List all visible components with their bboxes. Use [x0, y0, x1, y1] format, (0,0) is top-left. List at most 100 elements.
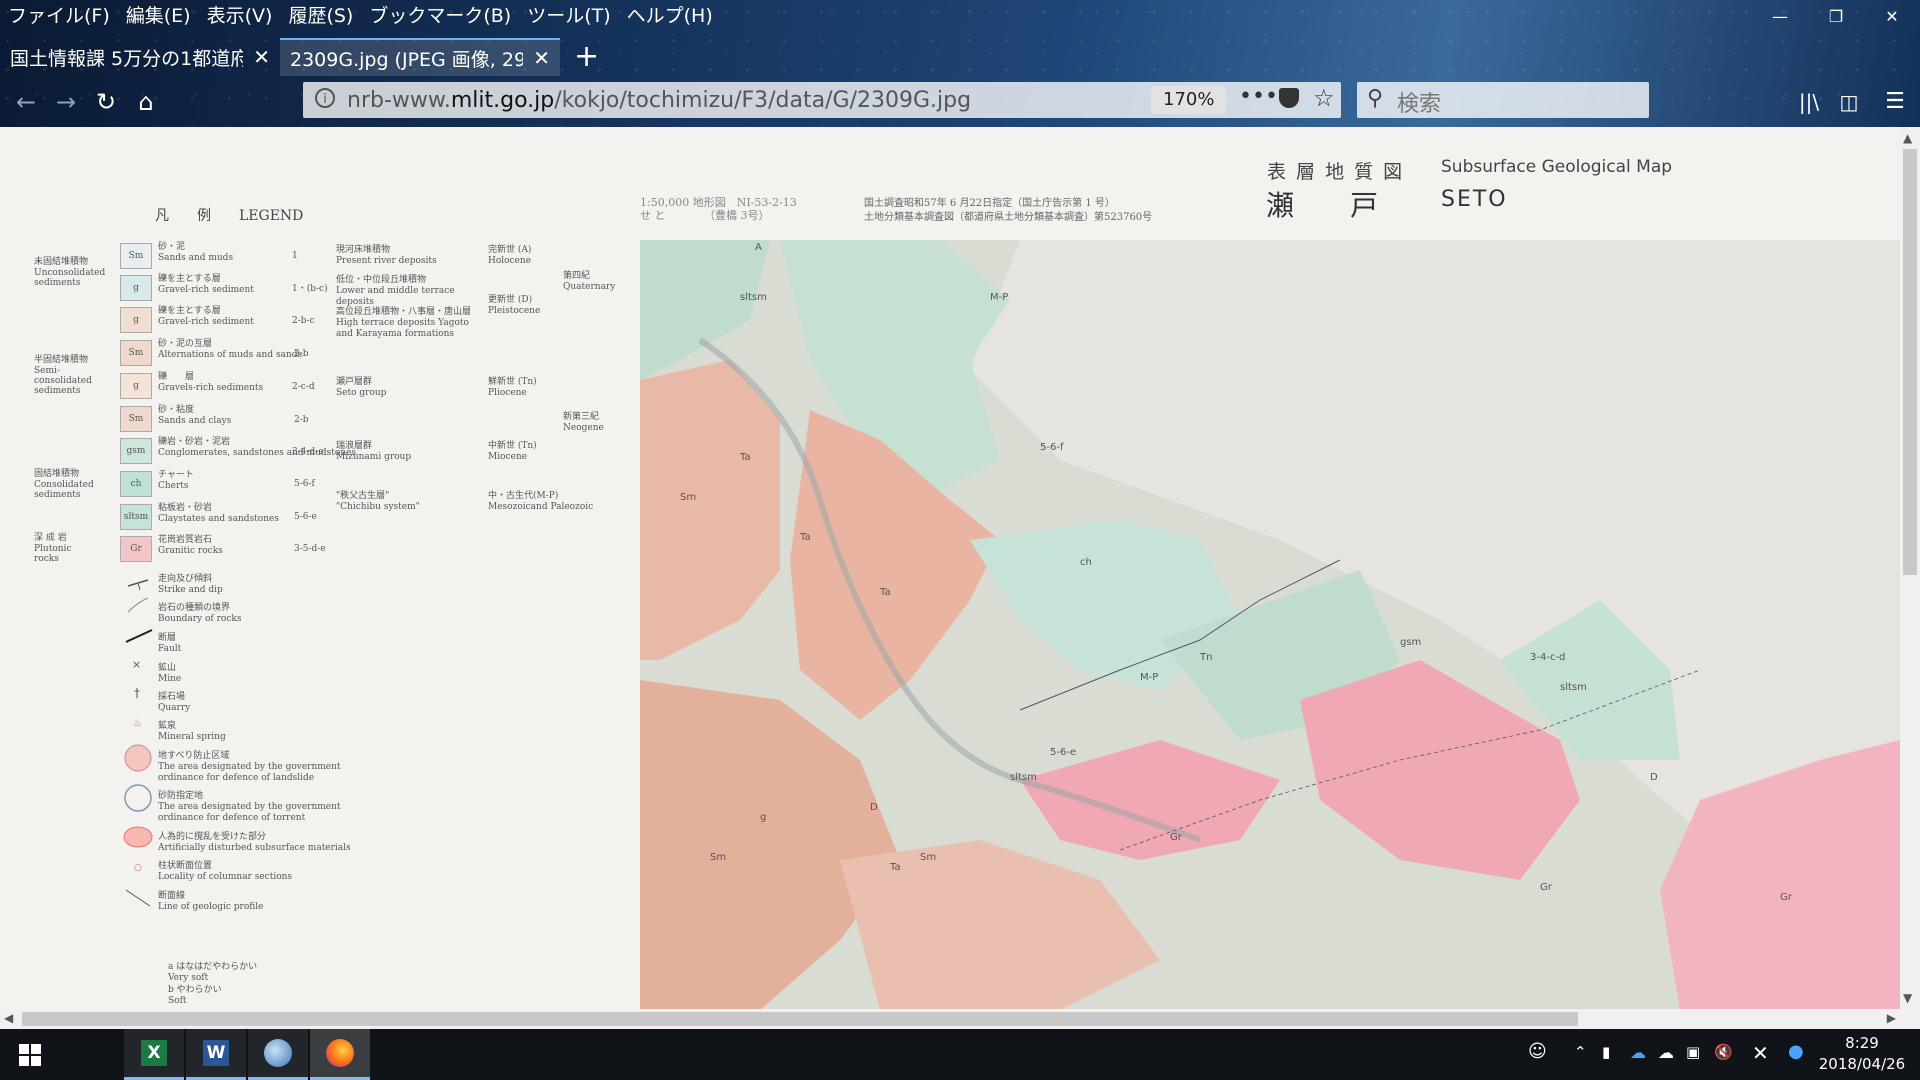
tab-kokudo[interactable]: 国土情報課 5万分の1都道府 ✕ — [0, 38, 280, 76]
legend-label: 礫を主とする層 Gravel-rich sediment — [158, 274, 254, 295]
minimize-button[interactable]: — — [1752, 0, 1808, 32]
legend-label: 礫を主とする層 Gravel-rich sediment — [158, 306, 254, 327]
map-label: gsm — [1400, 637, 1421, 648]
map-label: D — [1650, 772, 1658, 783]
age-label: 中新世 (Tn) Miocene — [488, 441, 537, 462]
people-icon[interactable]: ☺ — [1528, 1041, 1547, 1062]
close-icon[interactable]: ✕ — [1752, 1041, 1769, 1065]
word-icon[interactable]: W — [186, 1029, 246, 1080]
formation-no: 3-5-d-e — [294, 544, 326, 554]
group-en: Semi-consolidated sediments — [34, 366, 92, 396]
network-icon[interactable]: ▣ — [1686, 1043, 1700, 1061]
vertical-scrollbar[interactable]: ▲ ▼ — [1900, 127, 1920, 1009]
formation-label: 低位・中位段丘堆積物 Lower and middle terrace depos… — [336, 275, 455, 307]
menu-history[interactable]: 履歴(S) — [280, 0, 361, 32]
tab-title: 国土情報課 5万分の1都道府 — [10, 47, 244, 70]
map-label: 3-4-c-d — [1530, 652, 1565, 663]
info-icon[interactable]: i — [315, 88, 335, 108]
legend-swatch: Sm — [120, 340, 152, 366]
scroll-right-icon[interactable]: ▶ — [1887, 1011, 1896, 1025]
bookmark-star-icon[interactable]: ☆ — [1313, 84, 1335, 112]
map-title-jp-small: 表 層 地 質 図 — [1267, 161, 1405, 183]
legend-label: 礫 層 Gravels-rich sediments — [158, 372, 264, 393]
menu-view[interactable]: 表示(V) — [199, 0, 281, 32]
legend-label: チャート Cherts — [158, 470, 194, 491]
close-tab-icon[interactable]: ✕ — [253, 45, 270, 69]
map-label: Sm — [920, 852, 936, 863]
page-actions-icon[interactable]: ••• — [1239, 84, 1278, 109]
sidebar-icon[interactable]: ◫ — [1833, 86, 1865, 118]
age-label: 更新世 (D) Pleistocene — [488, 295, 541, 316]
formation-label: 高位段丘堆積物・八事層・唐山層 High terrace deposits Yag… — [336, 307, 472, 339]
notice-line-2: 土地分類基本調査図（都道府県土地分類基本調査）第523760号 — [864, 212, 1153, 223]
menu-file[interactable]: ファイル(F) — [0, 0, 118, 32]
scroll-up-icon[interactable]: ▲ — [1903, 131, 1912, 145]
clock-time: 8:29 — [1845, 1034, 1879, 1052]
url-bar[interactable]: i nrb-www.mlit.go.jp/kokjo/tochimizu/F3/… — [303, 82, 1341, 118]
hamburger-menu-icon[interactable]: ☰ — [1879, 86, 1911, 118]
new-tab-button[interactable]: + — [574, 38, 599, 76]
menu-edit[interactable]: 編集(E) — [118, 0, 199, 32]
image-viewer[interactable]: 表 層 地 質 図 Subsurface Geological Map 瀬 戸 … — [0, 127, 1900, 1009]
symbol-label: 断層 Fault — [158, 633, 182, 654]
map-label: 5-6-f — [1040, 442, 1064, 453]
clock[interactable]: 8:29 2018/04/26 — [1812, 1033, 1912, 1075]
pocket-icon[interactable] — [1279, 88, 1299, 108]
legend-swatch: Sm — [120, 243, 152, 269]
close-tab-icon[interactable]: ✕ — [533, 46, 550, 70]
svg-text:♨: ♨ — [133, 718, 142, 729]
map-label: Gr — [1780, 892, 1793, 903]
group-jp: 深 成 岩 — [34, 533, 67, 543]
symbol-label: 断面線 Line of geologic profile — [158, 891, 264, 912]
firefox-icon[interactable] — [310, 1029, 370, 1080]
menu-bookmarks[interactable]: ブックマーク(B) — [361, 0, 519, 32]
menu-bar: ファイル(F) 編集(E) 表示(V) 履歴(S) ブックマーク(B) ツール(… — [0, 0, 721, 32]
symbol-label: 人為的に撹乱を受けた部分 Artificially disturbed subsu… — [158, 832, 351, 853]
age-label: 完新世 (A) Holocene — [488, 245, 532, 266]
age-label: 鮮新世 (Tn) Pliocene — [488, 377, 537, 398]
home-icon[interactable]: ⌂ — [130, 86, 162, 118]
close-window-button[interactable]: ✕ — [1864, 0, 1920, 32]
url-text[interactable]: nrb-www.mlit.go.jp/kokjo/tochimizu/F3/da… — [347, 88, 971, 113]
thunderbird-icon[interactable] — [248, 1029, 308, 1080]
search-icon: ⚲ — [1367, 86, 1384, 111]
legend-swatch: g — [120, 307, 152, 333]
svg-text:†: † — [134, 686, 140, 700]
tab-2309g[interactable]: 2309G.jpg (JPEG 画像, 291 ✕ — [280, 38, 560, 76]
cloud-icon[interactable]: ☁ — [1658, 1043, 1674, 1062]
map-title-jp: 瀬 戸 — [1266, 189, 1379, 222]
zoom-indicator[interactable]: 170% — [1151, 86, 1227, 114]
show-hidden-icons-icon[interactable]: ⌃ — [1574, 1043, 1587, 1061]
map-label: Ta — [879, 587, 891, 598]
library-icon[interactable]: ||\ — [1793, 86, 1825, 118]
menu-help[interactable]: ヘルプ(H) — [619, 0, 721, 32]
volume-muted-icon[interactable]: 🔇 — [1714, 1043, 1733, 1061]
edge-shield-icon[interactable]: ● — [1788, 1041, 1804, 1062]
map-label: M-P — [1140, 672, 1158, 683]
excel-icon[interactable]: X — [124, 1029, 184, 1080]
symbol-label: 岩石の種類の境界 Boundary of rocks — [158, 603, 242, 624]
group-jp: 固結堆積物 — [34, 469, 80, 479]
reload-icon[interactable]: ↻ — [90, 86, 122, 118]
group-jp: 半固結堆積物 — [34, 355, 89, 365]
vertical-scroll-thumb[interactable] — [1903, 149, 1917, 575]
svg-text:×: × — [132, 658, 141, 671]
start-icon[interactable] — [0, 1029, 60, 1080]
battery-icon[interactable]: ▮ — [1602, 1043, 1610, 1061]
search-bar[interactable]: ⚲ 検索 — [1357, 82, 1649, 118]
onedrive-icon[interactable]: ☁ — [1630, 1043, 1646, 1062]
symbol-label: 採石場 Quarry — [158, 692, 191, 713]
map-title-en-small: Subsurface Geological Map — [1441, 157, 1673, 177]
map-label: D — [870, 802, 878, 813]
scroll-down-icon[interactable]: ▼ — [1903, 991, 1912, 1005]
scroll-left-icon[interactable]: ◀ — [4, 1011, 13, 1025]
forward-icon[interactable]: → — [50, 86, 82, 118]
group-jp: 未固結堆積物 — [34, 257, 89, 267]
legend-swatch: gsm — [120, 438, 152, 464]
restore-button[interactable]: ❐ — [1808, 0, 1864, 32]
horizontal-scroll-thumb[interactable] — [22, 1012, 1578, 1026]
back-icon[interactable]: ← — [10, 86, 42, 118]
legend-label: 砂・粘度 Sands and clays — [158, 405, 232, 426]
menu-tools[interactable]: ツール(T) — [519, 0, 618, 32]
horizontal-scrollbar[interactable]: ◀ ▶ — [0, 1009, 1900, 1029]
